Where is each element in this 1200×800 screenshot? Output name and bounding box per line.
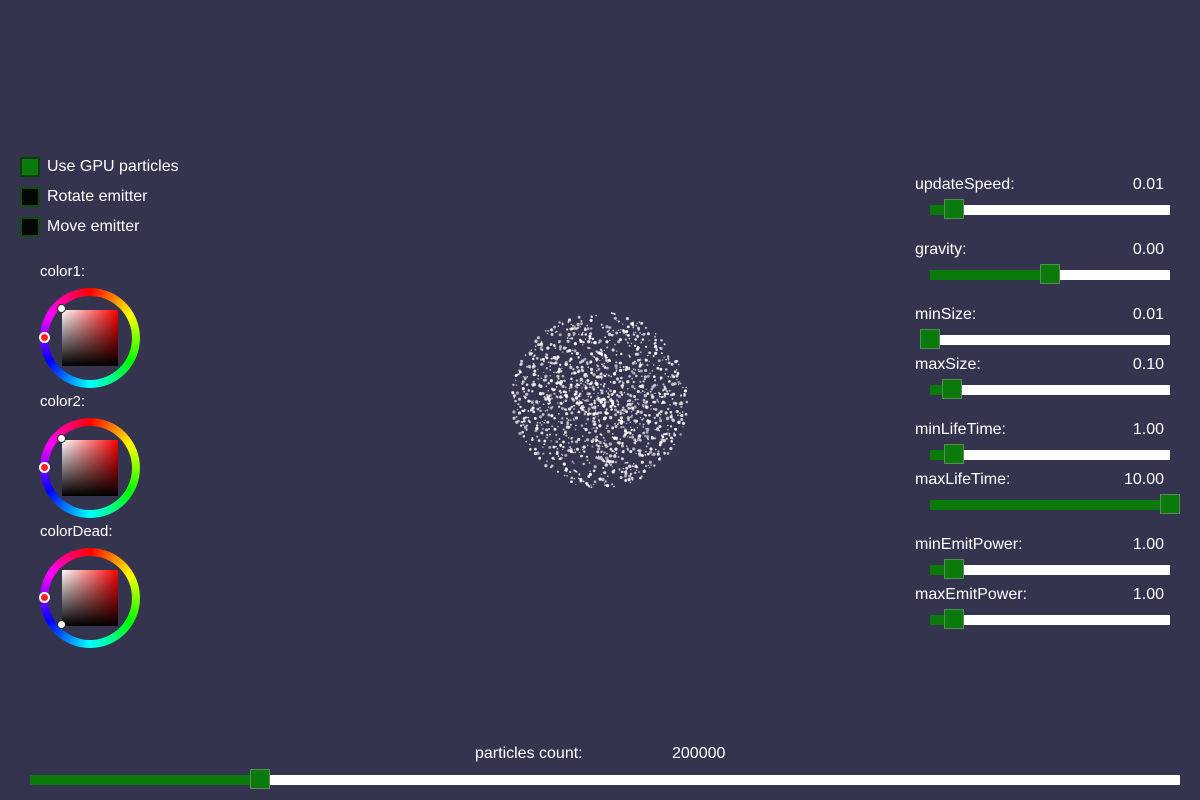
color1-label: color1: (40, 263, 86, 280)
slider-thumb[interactable] (944, 609, 964, 629)
checkbox-label: Use GPU particles (47, 158, 179, 175)
slider-label-minlifetime: minLifeTime: (915, 421, 1006, 438)
slider-thumb[interactable] (1040, 264, 1060, 284)
particle-system-view (511, 312, 689, 489)
slider-label-minsize: minSize: (915, 306, 977, 323)
slider-label-maxlifetime: maxLifeTime: (915, 471, 1011, 488)
slider-fill (30, 775, 260, 785)
slider-label-maxemitpower: maxEmitPower: (915, 586, 1028, 603)
checkbox-use-gpu-particles[interactable]: Use GPU particles (20, 156, 179, 178)
colordead-label: colorDead: (40, 523, 113, 540)
checkbox-rotate-emitter[interactable]: Rotate emitter (20, 186, 147, 208)
slider-minlifetime[interactable] (930, 444, 1170, 464)
colordead-hue-handle[interactable] (39, 592, 50, 603)
slider-value-maxsize: 0.10 (1132, 356, 1164, 373)
slider-fill (930, 270, 1050, 280)
checkbox-label: Rotate emitter (47, 188, 148, 205)
slider-thumb[interactable] (944, 559, 964, 579)
slider-gravity[interactable] (930, 264, 1170, 284)
slider-label-updatespeed: updateSpeed: (915, 176, 1015, 193)
slider-thumb[interactable] (941, 379, 962, 399)
color1-hue-handle[interactable] (39, 332, 50, 343)
color2-sv-handle[interactable] (57, 434, 66, 443)
slider-particles-count[interactable] (30, 769, 1180, 789)
slider-updatespeed[interactable] (930, 199, 1170, 219)
slider-minemitpower[interactable] (930, 559, 1170, 579)
slider-value-updatespeed: 0.01 (1132, 176, 1164, 193)
slider-minsize[interactable] (920, 329, 1170, 349)
slider-value-minlifetime: 1.00 (1132, 421, 1164, 438)
slider-thumb[interactable] (944, 199, 964, 219)
particles-count-label: particles count: (475, 745, 583, 762)
checkbox-box[interactable] (20, 217, 40, 237)
slider-label-gravity: gravity: (915, 241, 967, 258)
color1-saturation-square[interactable] (62, 310, 118, 366)
color2-picker[interactable] (39, 418, 140, 518)
colordead-saturation-square[interactable] (62, 570, 118, 626)
slider-thumb[interactable] (920, 329, 940, 349)
slider-thumb[interactable] (250, 769, 270, 789)
color2-label: color2: (40, 393, 86, 410)
color2-hue-handle[interactable] (39, 462, 50, 473)
slider-label-minemitpower: minEmitPower: (915, 536, 1023, 553)
color1-sv-handle[interactable] (57, 304, 66, 313)
slider-value-minsize: 0.01 (1132, 306, 1164, 323)
color1-picker[interactable] (39, 288, 140, 388)
slider-label-maxsize: maxSize: (915, 356, 981, 373)
colordead-sv-handle[interactable] (57, 620, 66, 629)
checkbox-box[interactable] (20, 157, 40, 177)
slider-maxsize[interactable] (930, 379, 1170, 399)
checkbox-label: Move emitter (47, 218, 140, 235)
slider-value-gravity: 0.00 (1132, 241, 1164, 258)
colordead-picker[interactable] (39, 548, 140, 648)
particles-count-value: 200000 (672, 745, 726, 762)
checkbox-box[interactable] (20, 187, 40, 207)
color2-saturation-square[interactable] (62, 440, 118, 496)
slider-value-minemitpower: 1.00 (1132, 536, 1164, 553)
slider-value-maxemitpower: 1.00 (1132, 586, 1164, 603)
slider-maxemitpower[interactable] (930, 609, 1170, 629)
slider-thumb[interactable] (944, 444, 964, 464)
slider-thumb[interactable] (1160, 494, 1180, 514)
slider-maxlifetime[interactable] (930, 494, 1180, 514)
slider-value-maxlifetime: 10.00 (1123, 471, 1164, 488)
slider-fill (930, 500, 1170, 510)
checkbox-move-emitter[interactable]: Move emitter (20, 216, 139, 238)
